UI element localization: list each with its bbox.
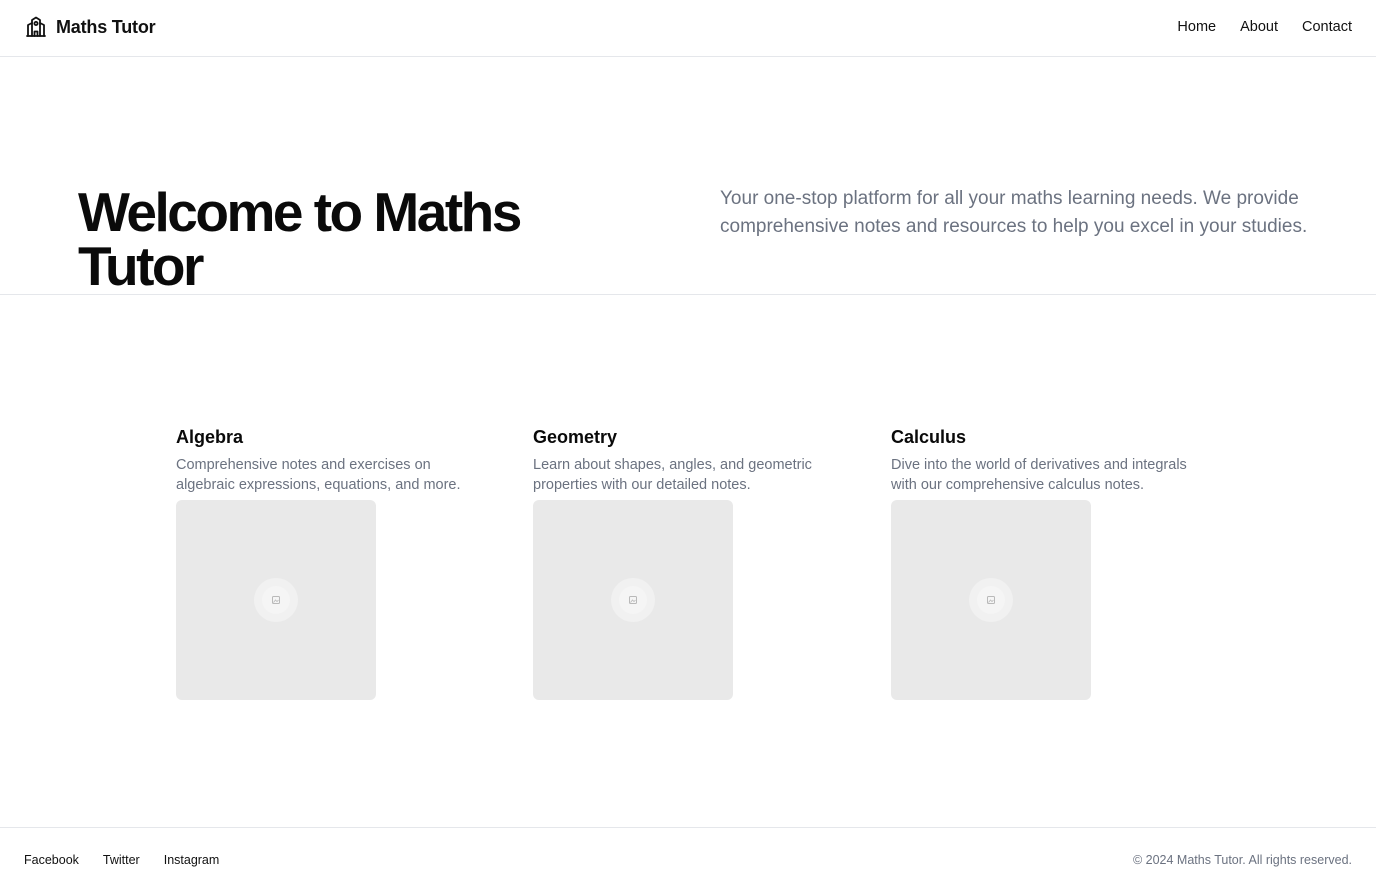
topic-card-calculus: Calculus Dive into the world of derivati… (891, 426, 1201, 700)
school-building-icon (26, 16, 46, 37)
nav-home-link[interactable]: Home (1177, 19, 1216, 35)
brand-name: Maths Tutor (56, 16, 156, 37)
main-nav: Home About Contact (1177, 19, 1352, 35)
image-placeholder-icon (969, 578, 1013, 622)
topics-section: Algebra Comprehensive notes and exercise… (176, 426, 1206, 706)
topic-image (176, 500, 376, 700)
topic-card-geometry: Geometry Learn about shapes, angles, and… (533, 426, 843, 700)
copyright-text: © 2024 Maths Tutor. All rights reserved. (1132, 853, 1352, 867)
brand-link[interactable]: Maths Tutor (24, 15, 156, 39)
topic-image (533, 500, 733, 700)
hero-section: Welcome to Maths Tutor Your one-stop pla… (0, 57, 1376, 295)
hero-description: Your one-stop platform for all your math… (720, 188, 1308, 237)
site-footer: Facebook Twitter Instagram © 2024 Maths … (0, 827, 1376, 892)
topic-title: Algebra (176, 427, 244, 447)
social-links: Facebook Twitter Instagram (24, 853, 219, 867)
nav-about-link[interactable]: About (1240, 19, 1278, 35)
twitter-link[interactable]: Twitter (103, 853, 140, 867)
topic-title: Calculus (891, 427, 967, 447)
topic-description: Comprehensive notes and exercises on alg… (176, 457, 461, 493)
image-placeholder-icon (611, 578, 655, 622)
topic-description: Learn about shapes, angles, and geometri… (533, 457, 812, 493)
image-placeholder-icon (254, 578, 298, 622)
topic-image (891, 500, 1091, 700)
topic-description: Dive into the world of derivatives and i… (891, 457, 1187, 493)
topic-title: Geometry (533, 427, 618, 447)
site-header: Maths Tutor Home About Contact (0, 0, 1376, 57)
hero-title: Welcome to Maths Tutor (78, 181, 522, 297)
facebook-link[interactable]: Facebook (24, 853, 79, 867)
nav-contact-link[interactable]: Contact (1302, 19, 1352, 35)
instagram-link[interactable]: Instagram (164, 853, 220, 867)
topic-card-algebra: Algebra Comprehensive notes and exercise… (176, 426, 486, 700)
